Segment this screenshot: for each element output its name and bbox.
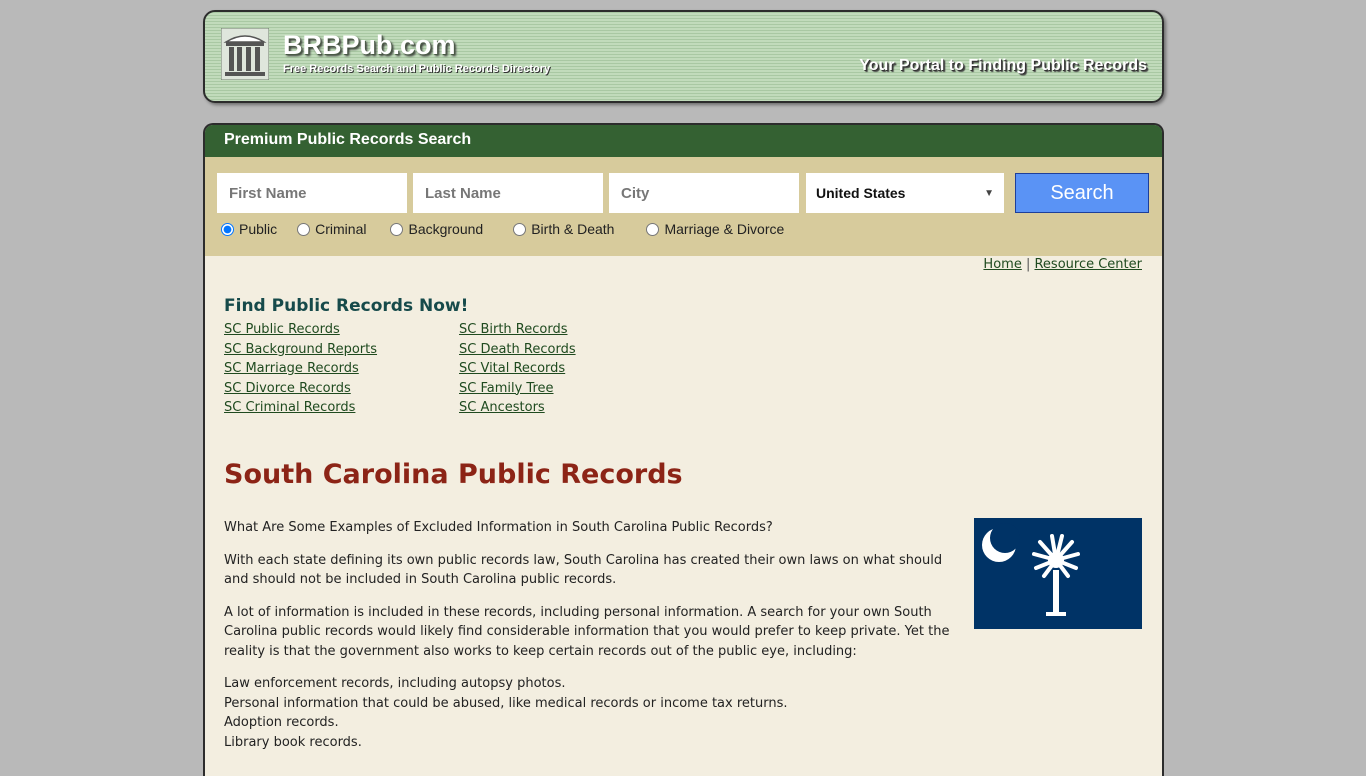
radio-marriage-divorce-input[interactable] <box>646 222 660 236</box>
chevron-down-icon: ▼ <box>984 187 994 199</box>
radio-background[interactable]: Background <box>390 221 483 237</box>
page-title: South Carolina Public Records <box>224 459 683 490</box>
link-sc-marriage-records[interactable]: SC Marriage Records <box>224 359 377 379</box>
search-panel-title: Premium Public Records Search <box>205 125 1162 157</box>
nav-separator: | <box>1025 257 1031 272</box>
link-sc-family-tree[interactable]: SC Family Tree <box>459 379 576 399</box>
list-item: Adoption records. <box>224 715 339 730</box>
last-name-input[interactable] <box>413 173 603 213</box>
search-button[interactable]: Search <box>1015 173 1149 213</box>
site-slogan: Your Portal to Finding Public Records <box>859 57 1147 74</box>
first-name-input[interactable] <box>217 173 407 213</box>
article-body: What Are Some Examples of Excluded Infor… <box>224 518 959 752</box>
records-links-column-1: SC Public Records SC Background Reports … <box>224 320 377 418</box>
main-content: Home | Resource Center Find Public Recor… <box>203 256 1164 776</box>
radio-label: Marriage & Divorce <box>664 221 785 237</box>
courthouse-logo-icon[interactable] <box>221 28 269 80</box>
link-sc-vital-records[interactable]: SC Vital Records <box>459 359 576 379</box>
site-header-banner: BRBPub.com Free Records Search and Publi… <box>203 10 1164 103</box>
site-name[interactable]: BRBPub.com <box>283 30 456 61</box>
radio-background-input[interactable] <box>390 222 404 236</box>
radio-label: Background <box>408 221 484 237</box>
link-sc-criminal-records[interactable]: SC Criminal Records <box>224 398 377 418</box>
radio-birth-death[interactable]: Birth & Death <box>513 221 614 237</box>
radio-label: Birth & Death <box>531 221 615 237</box>
article-paragraph: What Are Some Examples of Excluded Infor… <box>224 520 773 535</box>
home-link[interactable]: Home <box>983 257 1021 272</box>
link-sc-background-reports[interactable]: SC Background Reports <box>224 340 377 360</box>
search-panel: Premium Public Records Search United Sta… <box>203 123 1164 256</box>
record-type-radio-group: Public Criminal Background Birth & Death… <box>221 221 784 237</box>
radio-criminal[interactable]: Criminal <box>297 221 366 237</box>
south-carolina-flag-image <box>974 518 1142 629</box>
radio-criminal-input[interactable] <box>297 222 311 236</box>
excluded-records-list: Law enforcement records, including autop… <box>224 674 959 752</box>
find-records-heading: Find Public Records Now! <box>224 296 469 316</box>
link-sc-ancestors[interactable]: SC Ancestors <box>459 398 576 418</box>
country-select[interactable]: United States ▼ <box>806 173 1004 213</box>
top-nav-links: Home | Resource Center <box>983 257 1142 272</box>
link-sc-death-records[interactable]: SC Death Records <box>459 340 576 360</box>
radio-label: Public <box>239 221 278 237</box>
resource-center-link[interactable]: Resource Center <box>1034 257 1142 272</box>
article-paragraph: With each state defining its own public … <box>224 552 943 588</box>
link-sc-birth-records[interactable]: SC Birth Records <box>459 320 576 340</box>
radio-public[interactable]: Public <box>221 221 277 237</box>
site-tagline: Free Records Search and Public Records D… <box>283 63 551 75</box>
radio-label: Criminal <box>315 221 367 237</box>
records-links-column-2: SC Birth Records SC Death Records SC Vit… <box>459 320 576 418</box>
list-item: Personal information that could be abuse… <box>224 695 788 711</box>
list-item: Law enforcement records, including autop… <box>224 676 566 691</box>
link-sc-divorce-records[interactable]: SC Divorce Records <box>224 379 377 399</box>
radio-birth-death-input[interactable] <box>513 222 527 236</box>
radio-public-input[interactable] <box>221 222 234 236</box>
link-sc-public-records[interactable]: SC Public Records <box>224 320 377 340</box>
search-form: United States ▼ Search Public Criminal B… <box>205 157 1162 256</box>
city-input[interactable] <box>609 173 799 213</box>
article-paragraph: A lot of information is included in thes… <box>224 604 950 659</box>
country-selected-value: United States <box>816 185 906 201</box>
list-item: Library book records. <box>224 734 362 750</box>
radio-marriage-divorce[interactable]: Marriage & Divorce <box>646 221 784 237</box>
